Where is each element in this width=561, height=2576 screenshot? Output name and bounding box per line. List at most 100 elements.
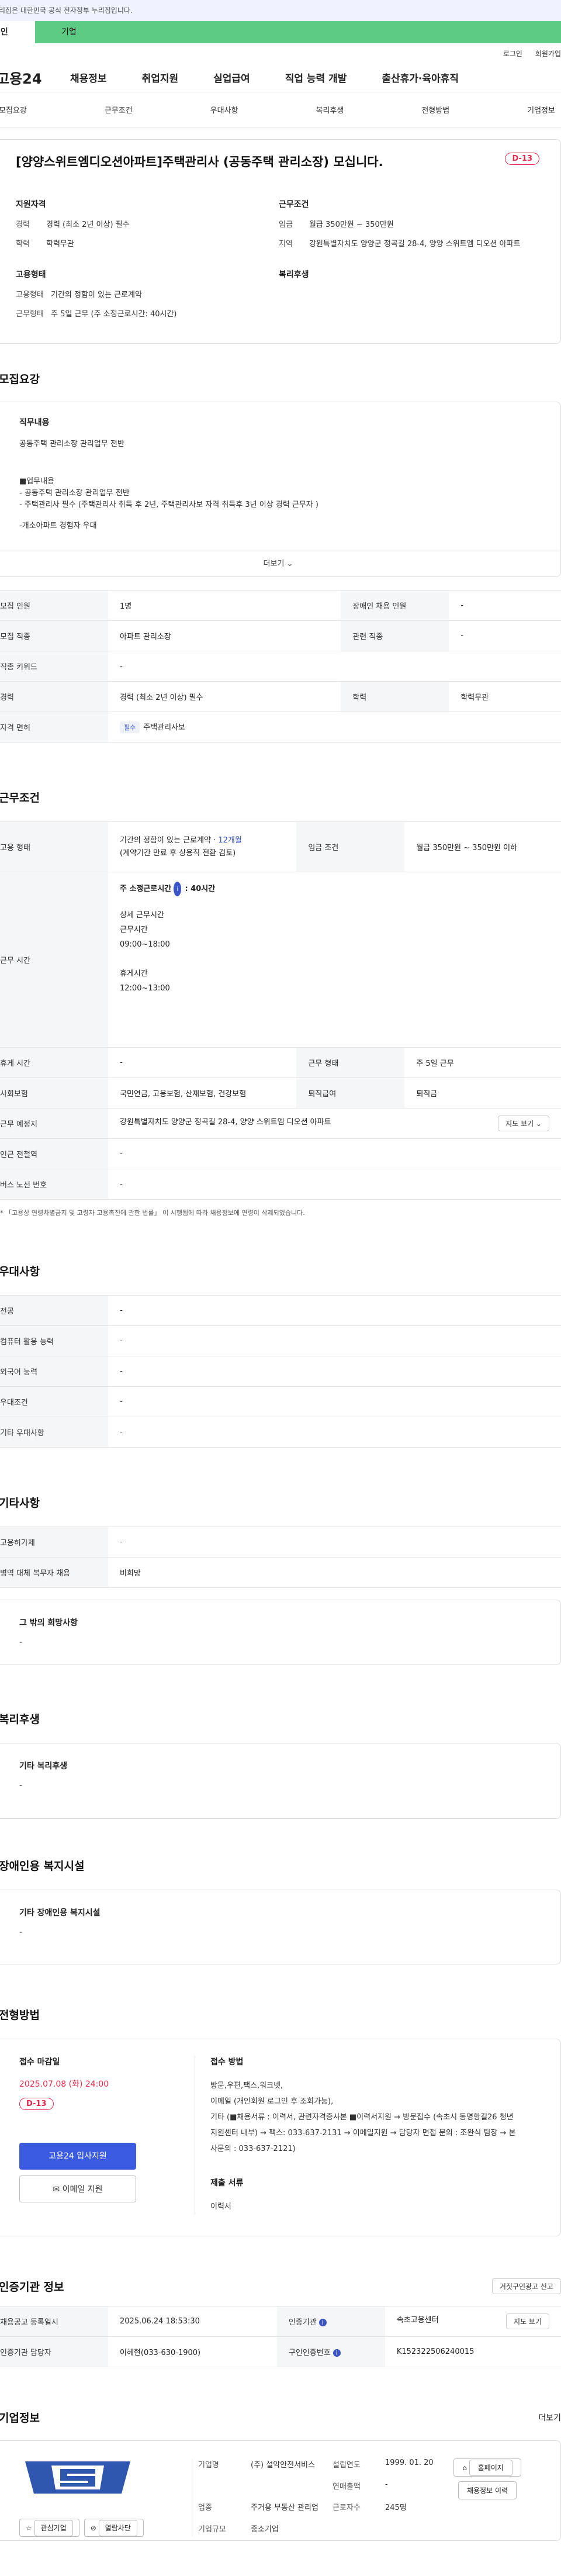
email-apply-button[interactable]: ✉ 이메일 지원 [19,2176,136,2202]
info-icon[interactable]: i [174,882,182,896]
mail-icon: ✉ [53,2185,63,2194]
gnb-skills[interactable]: 직업 능력 개발 [285,70,347,85]
recruit-section-title: 모집요강 [0,373,40,386]
table-value: - [108,1047,297,1078]
info-value: 1999. 01. 20 [385,2458,434,2467]
subnav-recruit[interactable]: 모집요강 [0,104,27,115]
hours-line: 근무시간 [120,926,148,934]
company-logo [25,2461,130,2494]
subnav-preference[interactable]: 우대사항 [210,104,238,115]
method-line: 사문의 : 033-637-2121) [210,2145,296,2153]
table-label: 인증기관 담당자 [0,2336,108,2367]
subnav-condition[interactable]: 근무조건 [105,104,133,115]
company-name: (주) 설악안전서비스 [251,2461,315,2470]
work-table: 고용 형태 기간의 정함이 있는 근로계약 · 12개월 (계약기간 만료 후 … [0,821,561,1200]
site-logo[interactable]: 고용24 [0,67,70,88]
gnb-unemployment-benefit[interactable]: 실업급여 [213,70,250,85]
other-wishes-box: 그 밖의 희망사항 - [0,1600,561,1665]
agency-section-title: 인증기관 정보 [0,2281,64,2294]
table-value: 1명 [108,590,341,621]
info-label: 설립연도 [333,2461,361,2470]
disabled-value: - [19,1928,23,1937]
table-label: 근무 예정지 [0,1108,108,1139]
docs-heading: 제출 서류 [210,2178,244,2188]
summary-label: 임금 [279,220,293,229]
email-apply-label: 이메일 지원 [62,2185,103,2194]
employment-heading: 고용형태 [16,270,46,279]
company-more-link[interactable]: 더보기 [538,2412,561,2423]
duty-more-button[interactable]: 더보기 ⌄ [0,551,560,576]
docs-value: 이력서 [210,2202,231,2211]
summary-label: 지역 [279,240,293,248]
duty-line: -개소아파트 경험자 우대 [19,522,97,530]
agency-table: 채용공고 등록일시 2025.06.24 18:53:30 인증기관 i 속초고… [0,2306,561,2367]
global-nav: 고용24 채용정보 취업지원 실업급여 직업 능력 개발 출산휴가·육아휴직 [0,63,561,92]
table-value: - [108,1386,561,1417]
apply-button[interactable]: 고용24 입사지원 [19,2143,136,2170]
table-label: 병역 대체 복무자 채용 [0,1557,108,1588]
method-line: 기타 (■채용서류 : 이력서, 관련자격증사본 ■이력서지원 → 방문접수 (… [210,2113,514,2122]
subnav-welfare[interactable]: 복리후생 [316,104,344,115]
table-row: 우대조건 - [0,1386,561,1417]
company-info: 기업명 (주) 설악안전서비스 설립연도 1999. 01. 20 연매출액 -… [192,2458,438,2537]
job-summary-card: [양양스위트엠디오션아파트]주택관리사 (공동주택 관리소장) 모십니다. D-… [0,139,561,344]
duty-line: - 주택관리사 필수 (주택관리사 취득 후 2년, 주택관리사보 자격 취득후… [19,500,318,509]
summary-value: 월급 350만원 ~ 350만원 [309,220,394,229]
summary-label: 근무형태 [16,310,44,319]
table-value: 국민연금, 고용보험, 산재보험, 건강보험 [108,1078,297,1109]
gnb-parental-leave[interactable]: 출산휴가·육아휴직 [382,70,459,85]
company-section-title: 기업정보 [0,2412,40,2425]
map-toggle-button[interactable]: 지도 보기 ⌄ [498,1116,549,1131]
subnav-company[interactable]: 기업정보 [527,104,555,115]
method-line: 이메일 (개인회원 로그인 후 조회가능), [210,2097,334,2106]
table-label: 버스 노선 번호 [0,1169,108,1200]
table-value: 월급 350만원 ~ 350만원 이하 [404,821,561,872]
table-row: 근무 시간 주 소정근로시간 i: 40시간 상세 근무시간 근무시간 09:0… [0,872,561,1048]
summary-value: 주 5일 근무 (주 소정근로시간: 40시간) [51,310,177,319]
signup-link[interactable]: 회원가입 [535,49,561,58]
table-label: 근무 형태 [296,1047,405,1078]
table-row: 병역 대체 복무자 채용 비희망 [0,1557,561,1588]
summary-label: 고용형태 [16,291,44,299]
recruit-table: 모집 인원 1명 장애인 채용 인원 - 모집 직종 아파트 관리소장 관련 직… [0,590,561,743]
employ-period: 12개월 [218,835,242,845]
table-label: 인증기관 i [276,2306,385,2337]
table-label: 관련 직종 [341,620,449,651]
welfare-section-title: 복리후생 [0,1713,40,1726]
gnb-jobs[interactable]: 채용정보 [70,70,107,85]
table-row: 버스 노선 번호 - [0,1169,561,1200]
info-label: 연매출액 [333,2482,361,2491]
table-value: 경력 (최소 2년 이상) 필수 [108,681,341,712]
table-row: 고용 형태 기간의 정함이 있는 근로계약 · 12개월 (계약기간 만료 후 … [0,821,561,872]
block-company-button[interactable]: ⊘ 열람차단 [84,2519,144,2537]
tab-individual[interactable]: 개인 [0,21,35,43]
table-label: 자격 면허 [0,712,108,743]
table-row: 채용공고 등록일시 2025.06.24 18:53:30 인증기관 i 속초고… [0,2306,561,2337]
info-icon[interactable]: i [318,2319,327,2326]
pref-table: 전공 - 컴퓨터 활용 능력 - 외국어 능력 - 우대조건 - 기타 우대사항 - [0,1295,561,1448]
utility-links: 로그인 회원가입 [0,43,561,63]
table-value: 아파트 관리소장 [108,620,341,651]
table-row: 전공 - [0,1295,561,1326]
gov-banner: 이 누리집은 대한민국 공식 전자정부 누리집입니다. [0,0,561,21]
summary-value: 학력무관 [46,240,74,248]
login-link[interactable]: 로그인 [503,49,522,58]
gnb-employment-support[interactable]: 취업지원 [142,70,179,85]
table-label: 인근 전철역 [0,1138,108,1169]
favorite-company-button[interactable]: ☆ 관심기업 [19,2519,79,2537]
job-history-button[interactable]: 채용정보 이력 [458,2481,517,2499]
deadline-heading: 접수 마감일 [19,2057,60,2067]
hours-line: 09:00~18:00 [120,940,170,949]
homepage-button[interactable]: ⌂ 홈페이지 [453,2458,521,2477]
info-icon[interactable]: i [333,2349,341,2357]
report-fake-ad-button[interactable]: 거짓구인광고 신고 [491,2278,561,2294]
table-label: 학력 [341,681,449,712]
table-label: 외국어 능력 [0,1356,108,1387]
tab-company[interactable]: 기업 [35,21,561,43]
agency-map-button[interactable]: 지도 보기 [506,2313,549,2329]
subnav-process[interactable]: 전형방법 [421,104,449,115]
table-value: K152322506240015 [385,2336,561,2367]
table-label: 직종 키워드 [0,651,108,682]
pref-section-title: 우대사항 [0,1265,40,1278]
table-label: 컴퓨터 활용 능력 [0,1325,108,1356]
